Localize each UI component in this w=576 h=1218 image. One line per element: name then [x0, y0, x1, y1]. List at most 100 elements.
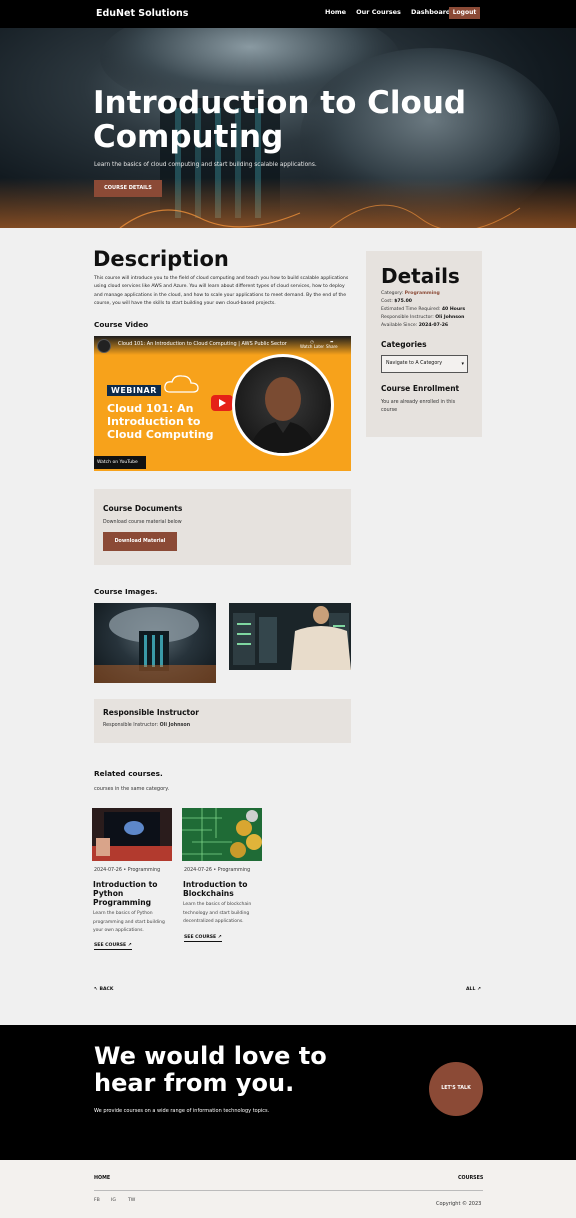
- detail-cost-label: Cost:: [381, 299, 393, 304]
- detail-since-label: Available Since:: [381, 323, 418, 328]
- responsible-instructor-line: Responsible Instructor: Oli Johnson: [103, 723, 190, 728]
- share-label: Share: [326, 344, 338, 349]
- video-title[interactable]: Cloud 101: An Introduction to Cloud Comp…: [118, 341, 287, 347]
- course-image-datacenter[interactable]: [229, 603, 351, 670]
- nav-link-our-courses[interactable]: Our Courses: [356, 8, 401, 16]
- footer-copyright: Copyright © 2023: [436, 1201, 482, 1207]
- related-course-image-blockchain[interactable]: [182, 808, 262, 861]
- hero-banner: Introduction to Cloud Computing Learn th…: [0, 28, 576, 228]
- watch-later-button[interactable]: ◷ Watch Later: [300, 339, 324, 349]
- related-course-meta: 2024-07-26 • Programming: [94, 868, 161, 873]
- detail-instructor-value: Oli Johnson: [435, 315, 465, 320]
- description-heading: Description: [93, 247, 229, 271]
- description-text: This course will introduce you to the fi…: [94, 276, 349, 306]
- watch-on-youtube-link[interactable]: Watch on YouTube: [94, 456, 146, 469]
- arrow-up-right-icon: ↗: [217, 935, 222, 940]
- enrollment-status-text: You are already enrolled in this course: [381, 400, 456, 413]
- detail-instructor-label: Responsible Instructor:: [381, 315, 434, 320]
- see-course-link[interactable]: SEE COURSE ↗: [94, 943, 132, 950]
- logout-button[interactable]: Logout: [449, 7, 480, 19]
- video-thumbnail-title: Cloud 101: An Introduction to Cloud Comp…: [107, 402, 214, 441]
- footer-facebook-link[interactable]: FB: [94, 1198, 100, 1203]
- course-video-heading: Course Video: [94, 320, 149, 329]
- see-course-link[interactable]: SEE COURSE ↗: [184, 935, 222, 942]
- back-link[interactable]: ↖ BACK: [94, 987, 113, 992]
- related-course-desc: Learn the basics of blockchain technolog…: [183, 902, 252, 924]
- detail-since-value: 2024-07-26: [418, 323, 449, 328]
- detail-cost: Cost: $75.00: [381, 299, 412, 304]
- category-select[interactable]: Navigate to A Category ▾: [381, 355, 468, 373]
- cloud-outline-icon: [164, 375, 199, 393]
- related-courses-subtitle: courses in the same category.: [94, 786, 170, 792]
- brand-logo[interactable]: EduNet Solutions: [96, 8, 188, 19]
- arrow-up-left-icon: ↖: [94, 987, 98, 992]
- related-course-desc: Learn the basics of Python programming a…: [93, 911, 165, 933]
- speaker-person-icon: [249, 377, 317, 453]
- instructor-name: Oli Johnson: [159, 723, 191, 728]
- circuit-coins-image: [182, 808, 262, 861]
- watch-later-label: Watch Later: [300, 344, 325, 349]
- nav-link-home[interactable]: Home: [325, 8, 346, 16]
- download-material-button[interactable]: Download Material: [103, 532, 177, 551]
- course-documents-heading: Course Documents: [103, 504, 183, 513]
- share-button[interactable]: ➦ Share: [326, 339, 338, 349]
- course-enrollment-heading: Course Enrollment: [381, 384, 460, 393]
- details-sidebar: Details Category: Programming Cost: $75.…: [366, 251, 482, 437]
- cta-text: We provide courses on a wide range of in…: [94, 1108, 270, 1114]
- related-course-date: 2024-07-26: [94, 868, 122, 873]
- related-course-date: 2024-07-26: [184, 868, 212, 873]
- all-link[interactable]: ALL ↗: [466, 987, 481, 992]
- laptop-brain-image: [92, 808, 172, 861]
- chevron-down-icon: ▾: [461, 361, 464, 367]
- nav-link-dashboard[interactable]: Dashboard: [411, 8, 451, 16]
- see-course-label: SEE COURSE: [184, 935, 217, 940]
- details-heading: Details: [381, 264, 460, 288]
- server-room-image: [229, 603, 351, 670]
- categories-heading: Categories: [381, 340, 427, 349]
- related-course-category: Programming: [127, 868, 161, 873]
- related-courses-heading: Related courses.: [94, 769, 163, 778]
- responsible-instructor-heading: Responsible Instructor: [103, 708, 199, 717]
- webinar-badge: WEBINAR: [107, 385, 161, 396]
- related-course-meta: 2024-07-26 • Programming: [184, 868, 251, 873]
- footer-instagram-link[interactable]: IG: [111, 1198, 116, 1203]
- footer: HOME COURSES FB IG TW Copyright © 2023: [0, 1160, 576, 1218]
- detail-category-value[interactable]: Programming: [405, 291, 440, 296]
- hero-subtitle: Learn the basics of cloud computing and …: [94, 162, 317, 168]
- lets-talk-button[interactable]: LET'S TALK: [429, 1062, 483, 1116]
- back-label: BACK: [99, 987, 114, 992]
- hero-title: Introduction to Cloud Computing: [93, 85, 467, 155]
- related-course-title[interactable]: Introduction to Python Programming: [93, 880, 173, 907]
- top-navbar: EduNet Solutions Home Our Courses Dashbo…: [0, 0, 576, 28]
- course-documents-card: Course Documents Download course materia…: [94, 489, 351, 565]
- detail-instructor: Responsible Instructor: Oli Johnson: [381, 315, 464, 320]
- course-video-embed[interactable]: Cloud 101: An Introduction to Cloud Comp…: [94, 336, 351, 471]
- detail-time: Estimated Time Required: 40 Hours: [381, 307, 465, 312]
- cta-heading: We would love to hear from you.: [94, 1042, 327, 1097]
- see-course-label: SEE COURSE: [94, 943, 127, 948]
- detail-time-value: 40 Hours: [441, 307, 466, 312]
- responsible-instructor-card: Responsible Instructor Responsible Instr…: [94, 699, 351, 743]
- related-course-title[interactable]: Introduction to Blockchains: [183, 880, 263, 898]
- footer-twitter-link[interactable]: TW: [128, 1198, 135, 1203]
- related-course-image-python[interactable]: [92, 808, 172, 861]
- cloud-datacenter-image: [94, 607, 216, 683]
- contact-cta-section: We would love to hear from you. We provi…: [0, 1025, 576, 1160]
- footer-courses-link[interactable]: COURSES: [458, 1176, 483, 1181]
- speaker-portrait: [232, 354, 334, 456]
- detail-time-label: Estimated Time Required:: [381, 307, 441, 312]
- arrow-up-right-icon: ↗: [477, 987, 481, 992]
- footer-divider: [94, 1190, 483, 1191]
- channel-logo-icon[interactable]: [97, 339, 111, 353]
- course-documents-text: Download course material below: [103, 520, 182, 525]
- course-images-heading: Course Images.: [94, 587, 158, 596]
- play-button-icon[interactable]: [211, 395, 233, 411]
- course-details-button[interactable]: COURSE DETAILS: [94, 180, 162, 197]
- detail-category: Category: Programming: [381, 291, 440, 296]
- course-image-cloud[interactable]: [94, 603, 216, 683]
- related-course-category: Programming: [217, 868, 251, 873]
- instructor-label: Responsible Instructor:: [103, 723, 159, 728]
- nav-links: Home Our Courses Dashboard: [325, 8, 451, 16]
- detail-category-label: Category:: [381, 291, 404, 296]
- footer-home-link[interactable]: HOME: [94, 1176, 110, 1181]
